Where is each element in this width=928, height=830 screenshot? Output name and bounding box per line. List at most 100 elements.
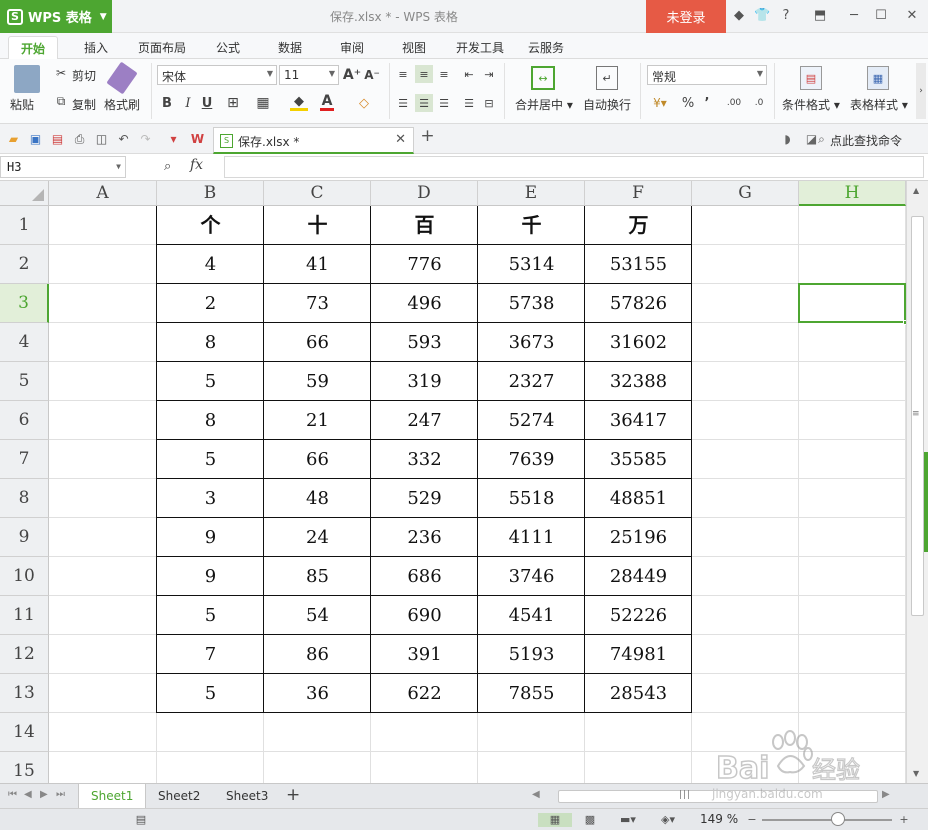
align-right-icon[interactable]: ☰	[437, 96, 451, 110]
tab-page-layout[interactable]: 页面布局	[138, 39, 186, 56]
percent-button[interactable]: %	[681, 95, 695, 111]
table-cell[interactable]: 66	[264, 323, 371, 362]
column-header-E[interactable]: E	[478, 181, 585, 206]
table-cell[interactable]: 529	[371, 479, 478, 518]
zoom-lens-icon[interactable]: ⌕	[164, 159, 171, 174]
column-header-F[interactable]: F	[585, 181, 692, 206]
align-bottom-icon[interactable]: ≡	[437, 67, 451, 81]
document-tab[interactable]: S 保存.xlsx * ✕	[213, 127, 414, 154]
sheet-tab-1[interactable]: Sheet1	[78, 784, 147, 809]
sheet-tab-2[interactable]: Sheet2	[146, 784, 212, 809]
hscroll-left-icon[interactable]: ◀	[532, 789, 540, 800]
table-cell[interactable]: 4	[157, 245, 264, 284]
table-cell[interactable]: 36	[264, 674, 371, 713]
column-header-D[interactable]: D	[371, 181, 478, 206]
table-header-cell[interactable]: 万	[585, 206, 692, 245]
eye-protect-icon[interactable]: ◈▾	[660, 813, 676, 827]
tab-data[interactable]: 数据	[278, 39, 302, 56]
next-sheet-icon[interactable]: ▶	[40, 789, 48, 800]
table-header-cell[interactable]: 千	[478, 206, 585, 245]
table-cell[interactable]: 319	[371, 362, 478, 401]
comma-style-button[interactable]: ’	[702, 95, 712, 111]
table-cell[interactable]: 7639	[478, 440, 585, 479]
table-cell[interactable]: 8	[157, 401, 264, 440]
skin-icon[interactable]: 👕	[754, 8, 770, 24]
table-cell[interactable]: 35585	[585, 440, 692, 479]
table-cell[interactable]: 48851	[585, 479, 692, 518]
save-icon[interactable]: ▣	[28, 132, 43, 147]
macro-record-icon[interactable]: ▤	[133, 813, 149, 827]
print-preview-icon[interactable]: ◫	[94, 132, 109, 147]
restore-ribbon-icon[interactable]: ⬒	[812, 8, 828, 24]
first-sheet-icon[interactable]: ⏮	[8, 789, 17, 800]
table-style-button[interactable]: 表格样式 ▾	[850, 96, 908, 113]
table-cell[interactable]: 686	[371, 557, 478, 596]
table-header-cell[interactable]: 个	[157, 206, 264, 245]
align-middle-icon[interactable]: ≡	[415, 65, 433, 83]
tab-home[interactable]: 开始	[8, 36, 59, 60]
zoom-in-icon[interactable]: +	[896, 813, 912, 827]
fill-color-icon[interactable]: ◆	[290, 94, 308, 111]
row-header-7[interactable]: 7	[0, 440, 49, 479]
table-cell[interactable]: 332	[371, 440, 478, 479]
row-header-3[interactable]: 3	[0, 284, 49, 323]
wrap-text-button[interactable]: 自动换行	[583, 96, 631, 113]
undo-icon[interactable]: ↶	[116, 132, 131, 147]
border-icon[interactable]: ⊞	[224, 95, 242, 111]
row-header-2[interactable]: 2	[0, 245, 49, 284]
table-cell[interactable]: 41	[264, 245, 371, 284]
table-cell[interactable]: 5518	[478, 479, 585, 518]
table-cell[interactable]: 59	[264, 362, 371, 401]
decrease-font-icon[interactable]: A⁻	[364, 68, 380, 82]
conditional-format-button[interactable]: 条件格式 ▾	[782, 96, 840, 113]
table-cell[interactable]: 52226	[585, 596, 692, 635]
table-cell[interactable]: 5314	[478, 245, 585, 284]
row-header-8[interactable]: 8	[0, 479, 49, 518]
table-cell[interactable]: 28543	[585, 674, 692, 713]
table-cell[interactable]: 5	[157, 674, 264, 713]
table-cell[interactable]: 21	[264, 401, 371, 440]
print-icon[interactable]: ⎙	[72, 132, 87, 147]
indent-decrease-icon[interactable]: ⇤	[462, 67, 476, 81]
zoom-slider[interactable]	[762, 819, 892, 821]
search-command-input[interactable]: 点此查找命令	[830, 132, 902, 149]
justify-icon[interactable]: ☰	[462, 96, 476, 110]
align-left-icon[interactable]: ☰	[396, 96, 410, 110]
font-size-select[interactable]: 11 ▼	[279, 65, 339, 85]
help-icon[interactable]: ?	[778, 8, 794, 24]
scroll-down-icon[interactable]: ▼	[913, 769, 919, 778]
row-header-12[interactable]: 12	[0, 635, 49, 674]
horizontal-scrollbar[interactable]: |||	[558, 790, 878, 803]
tab-cloud[interactable]: 云服务	[528, 39, 564, 56]
table-cell[interactable]: 391	[371, 635, 478, 674]
minimize-icon[interactable]: ─	[846, 8, 862, 24]
table-cell[interactable]: 5193	[478, 635, 585, 674]
table-cell[interactable]: 496	[371, 284, 478, 323]
table-cell[interactable]: 7855	[478, 674, 585, 713]
close-icon[interactable]: ✕	[904, 8, 920, 24]
hscroll-right-icon[interactable]: ▶	[882, 789, 890, 800]
tab-formulas[interactable]: 公式	[216, 39, 240, 56]
distribute-icon[interactable]: ⊟	[482, 96, 496, 110]
table-cell[interactable]: 593	[371, 323, 478, 362]
table-cell[interactable]: 776	[371, 245, 478, 284]
paste-button[interactable]: 粘贴	[10, 96, 34, 113]
zoom-slider-thumb[interactable]	[831, 812, 845, 826]
table-header-cell[interactable]: 百	[371, 206, 478, 245]
increase-font-icon[interactable]: A⁺	[343, 67, 361, 83]
number-format-select[interactable]: 常规 ▼	[647, 65, 767, 85]
table-cell[interactable]: 9	[157, 557, 264, 596]
tab-view[interactable]: 视图	[402, 39, 426, 56]
table-cell[interactable]: 53155	[585, 245, 692, 284]
indent-increase-icon[interactable]: ⇥	[482, 67, 496, 81]
row-header-14[interactable]: 14	[0, 713, 49, 752]
redo-icon[interactable]: ↷	[138, 132, 153, 147]
app-menu-button[interactable]: S WPS 表格 ▼	[0, 0, 112, 33]
login-button[interactable]: 未登录	[646, 0, 726, 33]
select-all-corner[interactable]	[0, 181, 49, 206]
selected-cell-H3[interactable]	[798, 283, 906, 325]
underline-button[interactable]: U	[200, 95, 214, 111]
row-header-10[interactable]: 10	[0, 557, 49, 596]
maximize-icon[interactable]: ☐	[873, 8, 889, 24]
cut-button[interactable]: 剪切	[72, 67, 96, 84]
